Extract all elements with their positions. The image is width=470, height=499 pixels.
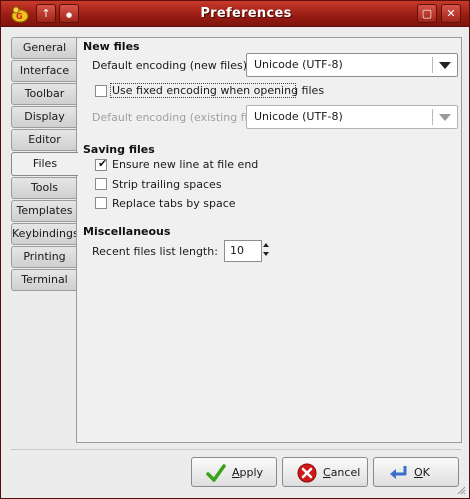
default-encoding-select[interactable]: Unicode (UTF-8) [246,53,458,77]
apply-label: Apply [232,466,263,479]
tab-editor[interactable]: Editor [11,129,77,151]
replace-tabs-label[interactable]: Replace tabs by space [112,197,236,210]
existing-encoding-label: Default encoding (existing files): [92,111,272,124]
spin-down-icon[interactable] [263,252,269,256]
checkmark-icon [206,464,226,482]
tab-tools[interactable]: Tools [11,177,77,199]
cancel-rest: ancel [330,466,361,479]
cancel-button[interactable]: Cancel [282,457,368,487]
tab-terminal[interactable]: Terminal [11,269,77,291]
shade-up-icon[interactable]: ↑ [36,4,56,23]
tab-toolbar[interactable]: Toolbar [11,83,77,105]
strip-spaces-label[interactable]: Strip trailing spaces [112,178,222,191]
ok-button[interactable]: OK [373,457,459,487]
tab-general[interactable]: General [11,37,77,59]
tab-keybindings[interactable]: Keybindings [11,223,79,245]
cancel-mnemonic: C [323,466,331,479]
tab-interface[interactable]: Interface [11,60,77,82]
ok-label: OK [414,466,430,479]
apply-button[interactable]: Apply [191,457,277,487]
maximize-icon[interactable]: ▢ [417,4,437,23]
spin-up-icon[interactable] [263,243,269,247]
preferences-window: G ↑ ● Preferences ▢ ✕ General Interface … [0,0,470,499]
apply-mnemonic: A [232,466,240,479]
saving-files-heading: Saving files [83,143,155,156]
chevron-down-icon [439,114,451,121]
close-icon[interactable]: ✕ [441,4,461,23]
resize-grip-icon[interactable] [456,485,466,495]
fixed-encoding-label[interactable]: Use fixed encoding when opening files [112,84,324,97]
new-files-heading: New files [83,40,140,53]
recent-files-label: Recent files list length: [92,245,218,258]
ok-mnemonic: O [414,466,423,479]
tab-files[interactable]: Files [11,152,78,176]
apply-rest: pply [239,466,264,479]
tab-templates[interactable]: Templates [11,200,77,222]
existing-encoding-select[interactable]: Unicode (UTF-8) [246,105,458,129]
default-encoding-label: Default encoding (new files): [92,59,251,72]
combo-separator [432,109,433,125]
cancel-label: Cancel [323,466,360,479]
return-arrow-icon [390,466,407,479]
tab-list: General Interface Toolbar Display Editor… [11,37,79,292]
existing-encoding-value: Unicode (UTF-8) [254,110,343,123]
stick-glyph: ● [65,11,73,19]
app-icon[interactable]: G [10,4,30,24]
checkmark-icon: ✔ [98,157,108,170]
tab-printing[interactable]: Printing [11,246,77,268]
ok-rest: K [422,466,430,479]
strip-spaces-checkbox[interactable] [95,178,107,190]
title-bar[interactable]: G ↑ ● Preferences ▢ ✕ [1,1,469,27]
ensure-newline-label[interactable]: Ensure new line at file end [112,158,258,171]
recent-files-value: 10 [230,244,244,257]
ensure-newline-checkbox[interactable]: ✔ [95,157,108,171]
window-title: Preferences [200,6,292,21]
svg-text:G: G [16,12,23,21]
combo-separator [432,57,433,73]
stick-icon[interactable]: ● [59,4,79,23]
replace-tabs-checkbox[interactable] [95,197,107,209]
files-page: New files Default encoding (new files): … [76,37,462,443]
tab-display[interactable]: Display [11,106,77,128]
chevron-down-icon [439,62,451,69]
default-encoding-value: Unicode (UTF-8) [254,58,343,71]
misc-heading: Miscellaneous [83,225,171,238]
cancel-icon [297,463,317,483]
divider [11,449,461,450]
fixed-encoding-checkbox[interactable] [95,85,107,97]
recent-files-spinner[interactable]: 10 [224,240,262,262]
